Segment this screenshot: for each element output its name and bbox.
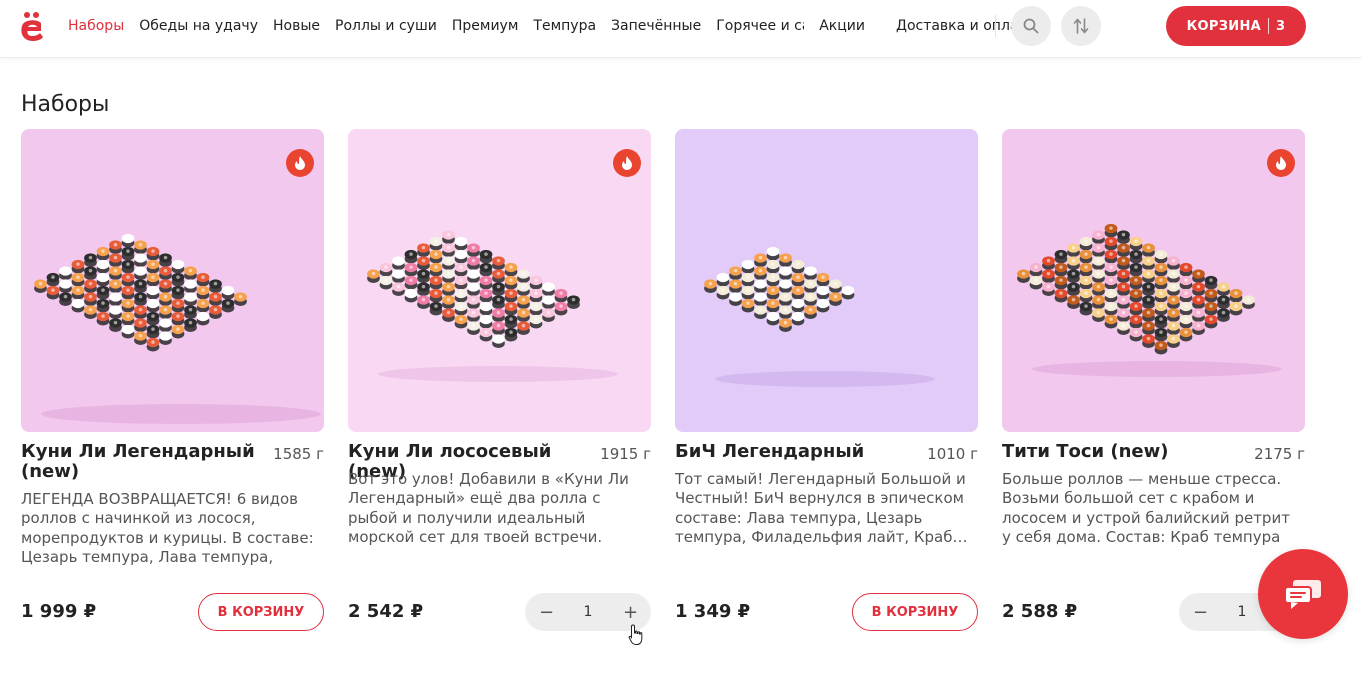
product-weight: 1010 г: [927, 445, 978, 463]
product-weight: 2175 г: [1254, 445, 1305, 463]
search-button[interactable]: [1011, 6, 1051, 46]
decrease-button[interactable]: −: [539, 602, 554, 623]
nav-item-lunch[interactable]: Обеды на удачу: [139, 18, 258, 34]
product-card: Куни Ли Легендарный (new) 1585 г ЛЕГЕНДА…: [21, 129, 324, 649]
nav-item-baked[interactable]: Запечённые: [611, 18, 701, 34]
fire-icon: [286, 149, 314, 177]
product-title[interactable]: БиЧ Легендарный: [675, 442, 910, 462]
sort-button[interactable]: [1061, 6, 1101, 46]
fire-icon: [613, 149, 641, 177]
product-price: 1 349 ₽: [675, 601, 751, 622]
header-divider: [995, 15, 996, 37]
cart-label: КОРЗИНА: [1186, 18, 1261, 34]
nav-item-tempura[interactable]: Темпура: [533, 18, 596, 34]
product-title[interactable]: Тити Тоси (new): [1002, 442, 1237, 462]
product-card: Куни Ли лососевый (new) 1915 г Вот это у…: [348, 129, 651, 649]
product-price: 1 999 ₽: [21, 601, 97, 622]
product-card: БиЧ Легендарный 1010 г Тот самый! Легенд…: [675, 129, 978, 649]
cart-separator: [1268, 18, 1269, 34]
product-title[interactable]: Куни Ли Легендарный (new): [21, 442, 256, 482]
decrease-button[interactable]: −: [1193, 602, 1208, 623]
product-price: 2 542 ₽: [348, 601, 424, 622]
chat-button[interactable]: [1258, 549, 1348, 639]
nav-item-nabory[interactable]: Наборы: [68, 18, 124, 34]
quantity-value: 1: [583, 604, 593, 620]
mouse-cursor-icon: [628, 624, 643, 645]
product-weight: 1585 г: [273, 445, 324, 463]
product-card: Тити Тоси (new) 2175 г Больше роллов — м…: [1002, 129, 1305, 649]
product-weight: 1915 г: [600, 445, 651, 463]
search-icon: [1023, 18, 1039, 34]
product-image-art: [1002, 129, 1305, 432]
product-image-art: [21, 129, 324, 432]
product-description: Вот это улов! Добавили в «Куни Ли Легенд…: [348, 470, 629, 548]
nav-item-hot[interactable]: Горячее и салаты: [716, 18, 804, 34]
nav-item-new[interactable]: Новые: [273, 18, 320, 34]
product-image-art: [675, 129, 978, 432]
add-to-cart-button[interactable]: В КОРЗИНУ: [198, 593, 324, 631]
site-header: Наборы Обеды на удачу Новые Роллы и суши…: [0, 0, 1362, 58]
product-image[interactable]: [21, 129, 324, 432]
product-description: ЛЕГЕНДА ВОЗВРАЩАЕТСЯ! 6 видов роллов с н…: [21, 490, 314, 568]
increase-button[interactable]: +: [623, 602, 638, 623]
main-nav: Наборы Обеды на удачу Новые Роллы и суши…: [68, 0, 1050, 52]
logo-icon[interactable]: [19, 11, 45, 43]
product-price: 2 588 ₽: [1002, 601, 1078, 622]
add-to-cart-button[interactable]: В КОРЗИНУ: [852, 593, 978, 631]
cart-count: 3: [1276, 18, 1286, 34]
product-image-art: [348, 129, 651, 432]
product-image[interactable]: [348, 129, 651, 432]
product-description: Больше роллов — меньше стресса. Возьми б…: [1002, 470, 1290, 548]
product-image[interactable]: [675, 129, 978, 432]
cart-button[interactable]: КОРЗИНА 3: [1166, 6, 1306, 46]
chat-icon: [1284, 580, 1321, 609]
nav-item-promo[interactable]: Акции: [819, 18, 865, 34]
product-image[interactable]: [1002, 129, 1305, 432]
quantity-value: 1: [1237, 604, 1247, 620]
nav-item-rolls[interactable]: Роллы и суши: [335, 18, 437, 34]
product-description: Тот самый! Легендарный Большой и Честный…: [675, 470, 968, 546]
sort-icon: [1073, 18, 1089, 34]
nav-item-premium[interactable]: Премиум: [452, 18, 519, 34]
section-title: Наборы: [21, 92, 110, 117]
fire-icon: [1267, 149, 1295, 177]
